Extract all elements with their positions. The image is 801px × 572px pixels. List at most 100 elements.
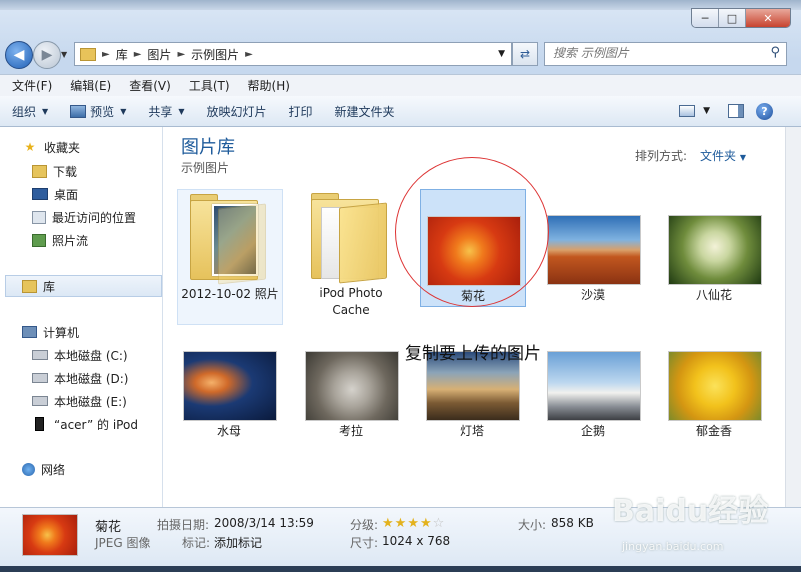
penguins-thumbnail (547, 351, 641, 421)
nav-ipod-label: “acer” 的 iPod (54, 417, 138, 432)
item-label: 灯塔 (459, 424, 484, 438)
baidu-watermark-url: jingyan.baidu.com (622, 540, 724, 553)
page-title: 图片库 (181, 137, 235, 158)
star-icon[interactable]: ★ (382, 516, 395, 531)
menu-file[interactable]: 文件(F) (0, 77, 58, 94)
date-taken-value: 2008/3/14 13:59 (214, 516, 314, 530)
menu-view[interactable]: 查看(V) (117, 77, 177, 94)
highlight-circle (395, 157, 549, 307)
new-folder-button[interactable]: 新建文件夹 (323, 103, 405, 120)
library-icon (22, 279, 37, 293)
menu-tools[interactable]: 工具(T) (177, 77, 236, 94)
drive-icon (32, 373, 48, 383)
search-icon[interactable]: ⚲ (770, 45, 780, 60)
hydrangeas-thumbnail (668, 215, 762, 285)
nav-photostream[interactable]: 照片流 (32, 230, 88, 250)
star-icon[interactable]: ★ (395, 516, 408, 531)
command-bar: 组织 ▼ 预览 ▼ 共享 ▼ 放映幻灯片 打印 新建文件夹 ▼ ? (0, 96, 801, 127)
breadcrumb-pictures[interactable]: 图片 (143, 46, 175, 63)
nav-network[interactable]: 网络 (22, 459, 65, 479)
tags-label: 标记: (182, 536, 211, 550)
nav-libraries[interactable]: 库 (5, 275, 162, 297)
chevron-right-icon: ► (245, 48, 253, 60)
file-type: JPEG 图像 (95, 536, 151, 550)
print-button[interactable]: 打印 (277, 103, 323, 120)
nav-downloads-label: 下载 (53, 164, 78, 179)
minimize-button[interactable]: ─ (692, 9, 718, 27)
preview-label: 预览 (90, 104, 115, 119)
nav-disk-d-label: 本地磁盘 (D:) (54, 371, 129, 386)
nav-recent[interactable]: 最近访问的位置 (32, 207, 136, 227)
slideshow-button[interactable]: 放映幻灯片 (195, 103, 277, 120)
preview-button[interactable]: 预览 ▼ (58, 103, 136, 120)
nav-computer[interactable]: 计算机 (22, 322, 79, 342)
star-icon[interactable]: ★ (420, 516, 433, 531)
star-outline-icon[interactable]: ☆ (433, 516, 446, 531)
chevron-down-icon: ▼ (739, 153, 746, 162)
item-label: 企鹅 (580, 424, 605, 438)
ipod-icon (35, 417, 44, 431)
menu-edit[interactable]: 编辑(E) (58, 77, 117, 94)
downloads-folder-icon (32, 164, 47, 178)
maximize-button[interactable]: □ (718, 9, 745, 27)
star-icon[interactable]: ★ (407, 516, 420, 531)
nav-recent-label: 最近访问的位置 (52, 210, 137, 225)
nav-libraries-label: 库 (43, 279, 56, 294)
nav-favorites[interactable]: ★ 收藏夹 (22, 137, 80, 157)
preview-pane-icon[interactable] (728, 104, 744, 118)
nav-desktop-label: 桌面 (54, 187, 79, 202)
tags-value[interactable]: 添加标记 (214, 534, 262, 551)
close-button[interactable]: ✕ (745, 9, 790, 27)
nav-disk-d[interactable]: 本地磁盘 (D:) (32, 368, 128, 388)
forward-button[interactable]: ▶ (33, 41, 61, 69)
address-dropdown-icon[interactable]: ▼ (498, 49, 511, 59)
library-subtitle: 示例图片 (181, 161, 230, 175)
rating-label: 分级: (350, 518, 379, 532)
chevron-down-icon: ▼ (120, 106, 127, 116)
back-button[interactable]: ◀ (5, 41, 33, 69)
nav-disk-e[interactable]: 本地磁盘 (E:) (32, 391, 127, 411)
folder-item-ipod-cache[interactable]: iPod Photo Cache (299, 189, 403, 323)
search-input[interactable] (545, 43, 763, 63)
annotation-text: 复制要上传的图片 (405, 344, 541, 364)
nav-disk-e-label: 本地磁盘 (E:) (54, 394, 127, 409)
breadcrumb-library[interactable]: 库 (112, 46, 132, 63)
caption-buttons: ─ □ ✕ (691, 8, 791, 28)
computer-icon (22, 326, 37, 338)
refresh-button[interactable]: ⇄ (512, 42, 538, 66)
menu-help[interactable]: 帮助(H) (236, 77, 296, 94)
baidu-watermark: Baidu经验 (612, 494, 769, 529)
change-view-icon[interactable] (679, 105, 696, 117)
search-box[interactable]: ⚲ (544, 42, 787, 66)
chevron-right-icon: ► (133, 48, 142, 60)
desert-thumbnail (547, 215, 641, 285)
folder-icon (80, 47, 96, 61)
item-label: 沙漠 (580, 288, 605, 302)
breadcrumb-sample-pictures[interactable]: 示例图片 (187, 46, 243, 63)
vertical-scrollbar[interactable] (785, 127, 801, 507)
chevron-down-icon: ▼ (42, 106, 49, 116)
arrange-by-dropdown[interactable]: 文件夹 ▼ (700, 147, 746, 164)
item-label: 郁金香 (695, 424, 732, 438)
rating-stars[interactable]: ★★★★☆ (382, 516, 445, 531)
address-bar[interactable]: ► 库 ► 图片 ► 示例图片 ► ▼ (74, 42, 512, 66)
recent-pages-dropdown[interactable]: ▼ (61, 50, 67, 59)
organize-button[interactable]: 组织 ▼ (0, 103, 58, 120)
nav-ipod[interactable]: “acer” 的 iPod (32, 414, 138, 434)
item-label: 考拉 (338, 424, 363, 438)
nav-network-label: 网络 (41, 462, 66, 477)
nav-desktop[interactable]: 桌面 (32, 184, 78, 204)
tulips-thumbnail (668, 351, 762, 421)
folder-item-2012-photos[interactable]: 2012-10-02 照片 (177, 189, 283, 325)
nav-disk-c-label: 本地磁盘 (C:) (54, 348, 128, 363)
nav-downloads[interactable]: 下载 (32, 161, 77, 181)
share-button[interactable]: 共享 ▼ (136, 103, 194, 120)
size-label: 大小: (518, 518, 547, 532)
chevron-down-icon[interactable]: ▼ (703, 106, 710, 116)
window-bottom-edge (0, 566, 801, 572)
help-icon[interactable]: ? (756, 102, 773, 120)
recent-places-icon (32, 210, 46, 224)
nav-disk-c[interactable]: 本地磁盘 (C:) (32, 345, 128, 365)
menu-bar: 文件(F) 编辑(E) 查看(V) 工具(T) 帮助(H) (0, 74, 801, 97)
explorer-window: ─ □ ✕ ◀ ▶ ▼ ► 库 ► 图片 ► 示例图片 ► ▼ ⇄ ⚲ 文件(F… (0, 0, 801, 572)
